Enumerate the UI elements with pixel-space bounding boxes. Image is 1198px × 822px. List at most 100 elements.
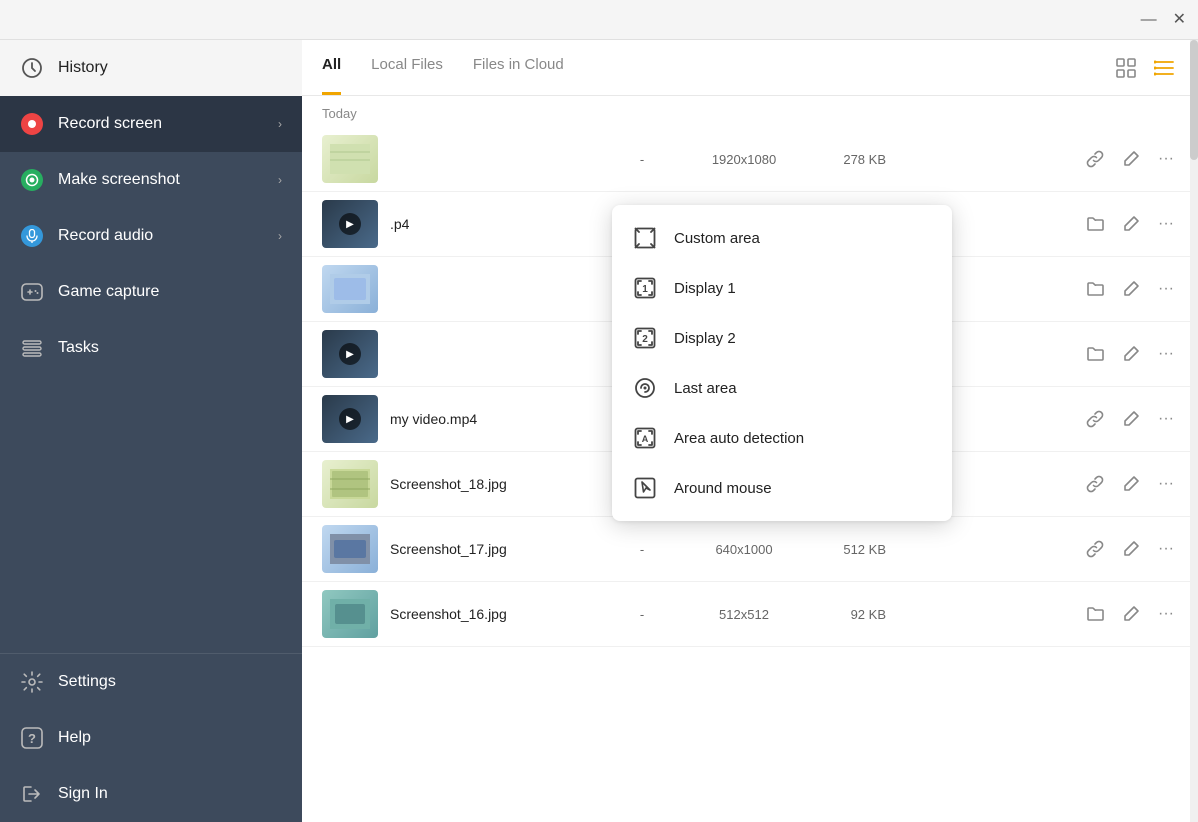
sidebar-item-record-screen[interactable]: Record screen › (0, 96, 302, 152)
tab-all[interactable]: All (322, 40, 341, 95)
file-actions: ··· (1082, 408, 1178, 430)
display2-label: Display 2 (674, 330, 736, 347)
titlebar: — ✕ (0, 0, 1198, 40)
file-actions: ··· (1082, 603, 1178, 625)
file-row: - 1920x1080 278 KB ··· (302, 127, 1198, 192)
signin-icon (20, 782, 44, 806)
file-name: Screenshot_18.jpg (390, 476, 590, 492)
file-name: my video.mp4 (390, 411, 590, 427)
file-thumb: ▶ (322, 330, 378, 378)
scrollbar-track[interactable] (1190, 40, 1198, 822)
copy-link-button[interactable] (1082, 538, 1108, 560)
close-button[interactable]: ✕ (1173, 12, 1186, 28)
more-button[interactable]: ··· (1154, 148, 1178, 170)
edit-button[interactable] (1118, 538, 1144, 560)
sidebar-item-history[interactable]: History (0, 40, 302, 96)
settings-icon (20, 670, 44, 694)
dropdown-item-display-1[interactable]: 1 Display 1 (612, 263, 952, 313)
history-label: History (58, 59, 282, 77)
sidebar-spacer (0, 376, 302, 653)
svg-text:A: A (642, 434, 649, 444)
folder-button[interactable] (1082, 603, 1108, 625)
more-button[interactable]: ··· (1154, 473, 1178, 495)
folder-button[interactable] (1082, 278, 1108, 300)
more-button[interactable]: ··· (1154, 213, 1178, 235)
file-resolution: 512x512 (694, 607, 794, 622)
area-auto-icon: A (632, 425, 658, 451)
file-row: Screenshot_17.jpg - 640x1000 512 KB ··· (302, 517, 1198, 582)
more-button[interactable]: ··· (1154, 408, 1178, 430)
edit-button[interactable] (1118, 473, 1144, 495)
file-thumb (322, 460, 378, 508)
sidebar-item-tasks[interactable]: Tasks (0, 320, 302, 376)
record-audio-label: Record audio (58, 227, 264, 245)
record-screen-label: Record screen (58, 115, 264, 133)
dropdown-item-area-auto[interactable]: A Area auto detection (612, 413, 952, 463)
make-screenshot-chevron: › (278, 173, 282, 187)
sidebar-item-game-capture[interactable]: Game capture (0, 264, 302, 320)
main-layout: History Record screen › Make screenshot … (0, 40, 1198, 822)
audio-icon (20, 224, 44, 248)
custom-area-label: Custom area (674, 230, 760, 247)
history-icon (20, 56, 44, 80)
edit-button[interactable] (1118, 343, 1144, 365)
make-screenshot-label: Make screenshot (58, 171, 264, 189)
svg-text:?: ? (28, 731, 36, 746)
right-panel: All Local Files Files in Cloud (302, 40, 1198, 822)
list-view-button[interactable] (1150, 54, 1178, 82)
dropdown-item-last-area[interactable]: Last area (612, 363, 952, 413)
tasks-icon (20, 336, 44, 360)
sidebar-item-record-audio[interactable]: Record audio › (0, 208, 302, 264)
tabs-bar: All Local Files Files in Cloud (302, 40, 1198, 96)
copy-link-button[interactable] (1082, 148, 1108, 170)
sidebar-item-make-screenshot[interactable]: Make screenshot › (0, 152, 302, 208)
grid-view-button[interactable] (1112, 54, 1140, 82)
dropdown-item-around-mouse[interactable]: Around mouse (612, 463, 952, 513)
view-toggle (1112, 54, 1178, 82)
file-name: .p4 (390, 216, 590, 232)
file-thumb (322, 135, 378, 183)
svg-text:2: 2 (642, 334, 648, 345)
help-icon: ? (20, 726, 44, 750)
dropdown-item-display-2[interactable]: 2 Display 2 (612, 313, 952, 363)
dropdown-menu: Custom area 1 Display 1 2 (612, 205, 952, 521)
display2-icon: 2 (632, 325, 658, 351)
edit-button[interactable] (1118, 213, 1144, 235)
dropdown-item-custom-area[interactable]: Custom area (612, 213, 952, 263)
more-button[interactable]: ··· (1154, 603, 1178, 625)
sidebar-item-sign-in[interactable]: Sign In (0, 766, 302, 822)
settings-label: Settings (58, 673, 282, 691)
file-thumb (322, 265, 378, 313)
edit-button[interactable] (1118, 408, 1144, 430)
copy-link-button[interactable] (1082, 408, 1108, 430)
sidebar-item-settings[interactable]: Settings (0, 654, 302, 710)
scrollbar-thumb[interactable] (1190, 40, 1198, 160)
display1-label: Display 1 (674, 280, 736, 297)
file-actions: ··· (1082, 213, 1178, 235)
last-area-label: Last area (674, 380, 737, 397)
minimize-button[interactable]: — (1141, 12, 1157, 28)
sidebar-item-help[interactable]: ? Help (0, 710, 302, 766)
section-today: Today (302, 96, 1198, 127)
folder-button[interactable] (1082, 343, 1108, 365)
edit-button[interactable] (1118, 603, 1144, 625)
file-actions: ··· (1082, 473, 1178, 495)
tab-local-files[interactable]: Local Files (371, 40, 443, 95)
tab-files-in-cloud[interactable]: Files in Cloud (473, 40, 564, 95)
around-mouse-icon (632, 475, 658, 501)
file-duration: - (602, 607, 682, 622)
play-icon: ▶ (339, 343, 361, 365)
file-row: Screenshot_16.jpg - 512x512 92 KB ··· (302, 582, 1198, 647)
folder-button[interactable] (1082, 213, 1108, 235)
more-button[interactable]: ··· (1154, 343, 1178, 365)
custom-area-icon (632, 225, 658, 251)
more-button[interactable]: ··· (1154, 278, 1178, 300)
play-icon: ▶ (339, 408, 361, 430)
last-area-icon (632, 375, 658, 401)
file-resolution: 640x1000 (694, 542, 794, 557)
file-name: Screenshot_17.jpg (390, 541, 590, 557)
more-button[interactable]: ··· (1154, 538, 1178, 560)
edit-button[interactable] (1118, 278, 1144, 300)
edit-button[interactable] (1118, 148, 1144, 170)
copy-link-button[interactable] (1082, 473, 1108, 495)
